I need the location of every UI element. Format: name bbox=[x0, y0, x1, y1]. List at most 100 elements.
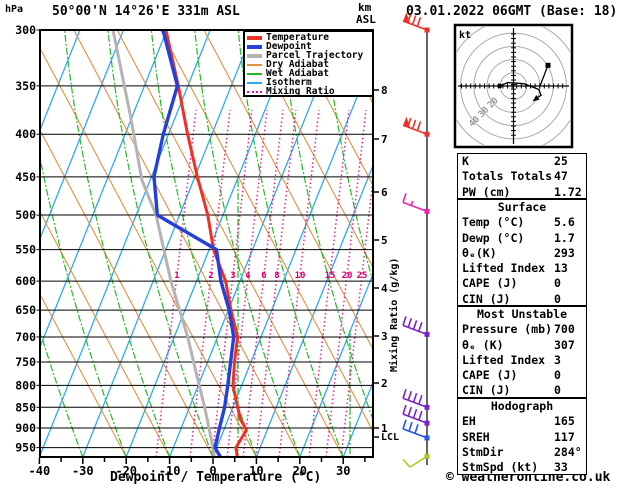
table-row: Pressure (mb) 700 bbox=[458, 322, 586, 337]
mixing-ratio-value: 2 bbox=[208, 271, 213, 281]
table-row-value: 1.72 bbox=[554, 184, 582, 199]
pressure-tick-label: 550 bbox=[15, 243, 36, 257]
table-box: K 25 Totals Totals 47 PW (cm) 1.72 bbox=[457, 153, 587, 199]
barb-tick bbox=[402, 458, 411, 468]
table-row-value: 47 bbox=[554, 169, 568, 184]
mixing-ratio-value: 15 bbox=[325, 271, 336, 281]
barb-staff bbox=[402, 201, 428, 213]
table-row: CIN (J) 0 bbox=[458, 292, 586, 307]
legend-line-sample bbox=[247, 53, 262, 58]
barb-tick bbox=[414, 424, 419, 434]
table-row-value: 117 bbox=[554, 429, 575, 444]
hodograph-square-marker bbox=[545, 62, 551, 68]
table-header: Surface bbox=[497, 200, 547, 214]
barb-tick bbox=[412, 393, 418, 403]
table-row-label: StmSpd (kt) bbox=[462, 460, 539, 475]
pressure-tick-label: 300 bbox=[15, 23, 36, 37]
table-row-label: Pressure (mb) bbox=[462, 322, 553, 337]
wet-adiabat-line bbox=[64, 30, 171, 457]
barb-tick bbox=[402, 404, 407, 415]
table-row-label: PW (cm) bbox=[462, 184, 511, 199]
altitude-ref-label: ASL bbox=[356, 13, 376, 26]
pressure-tick-label: 500 bbox=[15, 208, 36, 222]
mixing-ratio-value: 4 bbox=[245, 271, 251, 281]
table-row: Lifted Index 3 bbox=[458, 353, 586, 368]
temp-tick-label: 30 bbox=[336, 464, 350, 478]
skewt-sounding-page: 300 350 400 450 500 550 600 650 700 750 800 850 900 9… bbox=[0, 0, 629, 486]
barb-tick bbox=[402, 316, 407, 326]
km-tick-label: 6 bbox=[381, 186, 388, 199]
legend-line-sample bbox=[247, 81, 262, 84]
mixing-ratio-line bbox=[255, 109, 297, 457]
barb-tick bbox=[418, 394, 423, 405]
table-row-value: 0 bbox=[554, 291, 561, 306]
table-row-label: SREH bbox=[462, 429, 490, 444]
km-tick-label: 4 bbox=[381, 282, 388, 295]
table-row-label: CIN (J) bbox=[462, 383, 511, 398]
pressure-tick-label: 400 bbox=[15, 127, 36, 141]
km-tick-label: 5 bbox=[381, 234, 388, 247]
pressure-tick-label: 650 bbox=[15, 303, 36, 317]
km-tick-label: 2 bbox=[381, 377, 388, 390]
legend-item-label: Mixing Ratio bbox=[266, 86, 335, 97]
barb-tick bbox=[402, 193, 407, 203]
table-row-value: 33 bbox=[554, 460, 568, 475]
pressure-tick-label: 750 bbox=[15, 355, 36, 369]
table-box: Surface Temp (°C) 5.6 Dewp (°C) 1.7 θₑ(K) 293 L… bbox=[457, 199, 587, 306]
temp-tick-label: -30 bbox=[72, 464, 94, 478]
table-row-label: EH bbox=[462, 414, 476, 429]
table-row-label: CIN (J) bbox=[462, 291, 511, 306]
pressure-tick-label: 950 bbox=[15, 441, 36, 455]
legend-line-sample bbox=[247, 35, 262, 40]
dry-adiabat-line bbox=[595, 30, 629, 457]
pressure-tick-label: 900 bbox=[15, 421, 36, 435]
km-tick-label: 3 bbox=[381, 330, 388, 343]
mixing-ratio-value: 20 bbox=[342, 271, 353, 281]
barb-tick bbox=[416, 121, 422, 131]
hodograph-unit-label: kt bbox=[459, 30, 472, 41]
barb-tick bbox=[407, 391, 413, 401]
mixing-ratio-line bbox=[325, 109, 367, 457]
pressure-tick-label: 850 bbox=[15, 400, 36, 414]
mixing-ratio-value-labels: 1 2 3 4 6 8 10 15 20 25 bbox=[174, 271, 367, 281]
dewpoint-curve bbox=[152, 30, 236, 457]
table-row-value: 5.6 bbox=[554, 215, 575, 230]
table-row-value: 3 bbox=[554, 352, 561, 367]
table-row: CIN (J) 0 bbox=[458, 383, 586, 398]
table-row: PW (cm) 1.72 bbox=[458, 185, 586, 200]
barb-tick bbox=[412, 408, 418, 419]
legend-line-sample bbox=[247, 63, 262, 66]
table-row-value: 293 bbox=[554, 245, 575, 260]
table-row-value: 165 bbox=[554, 414, 575, 429]
table-row-label: θₑ (K) bbox=[462, 337, 504, 352]
mixing-ratio-value: 1 bbox=[174, 271, 179, 281]
wet-adiabat-line bbox=[107, 30, 214, 457]
pressure-tick-label: 350 bbox=[15, 79, 36, 93]
table-header: Hodograph bbox=[490, 399, 554, 413]
table-row-label: CAPE (J) bbox=[462, 368, 518, 383]
legend-line-sample bbox=[247, 72, 262, 75]
table-row-label: Dewp (°C) bbox=[462, 230, 525, 245]
table-row: K 25 bbox=[458, 154, 586, 169]
legend-line-sample bbox=[247, 44, 262, 49]
barb-tick bbox=[418, 410, 423, 421]
table-row-label: Totals Totals bbox=[462, 169, 553, 184]
mixing-ratio-axis-label: Mixing Ratio (g/kg) bbox=[389, 257, 400, 372]
mixing-ratio-line bbox=[211, 109, 253, 457]
barb-tick bbox=[411, 119, 417, 130]
table-row: SREH 117 bbox=[458, 430, 586, 445]
station-title: 50°00'N 14°26'E 331m ASL bbox=[52, 4, 240, 19]
table-row: StmDir 284° bbox=[458, 445, 586, 460]
x-axis-title: Dewpoint / Temperature (°C) bbox=[110, 470, 322, 485]
table-row-value: 307 bbox=[554, 337, 575, 352]
table-row: θₑ(K) 293 bbox=[458, 246, 586, 261]
barb-tick bbox=[412, 320, 418, 330]
legend-box: Temperature Dewpoint Parcel Trajectory Dry … bbox=[243, 30, 374, 97]
table-row: θₑ (K) 307 bbox=[458, 338, 586, 353]
wet-adiabat-line bbox=[40, 154, 127, 457]
table-row: EH 165 bbox=[458, 414, 586, 429]
table-header: Most Unstable bbox=[476, 307, 567, 321]
barb-tick bbox=[402, 389, 407, 399]
temp-tick-label: -40 bbox=[29, 464, 51, 478]
pressure-tick-labels: 300 350 400 450 500 550 600 650 700 750 800 850 900 9… bbox=[15, 23, 36, 455]
